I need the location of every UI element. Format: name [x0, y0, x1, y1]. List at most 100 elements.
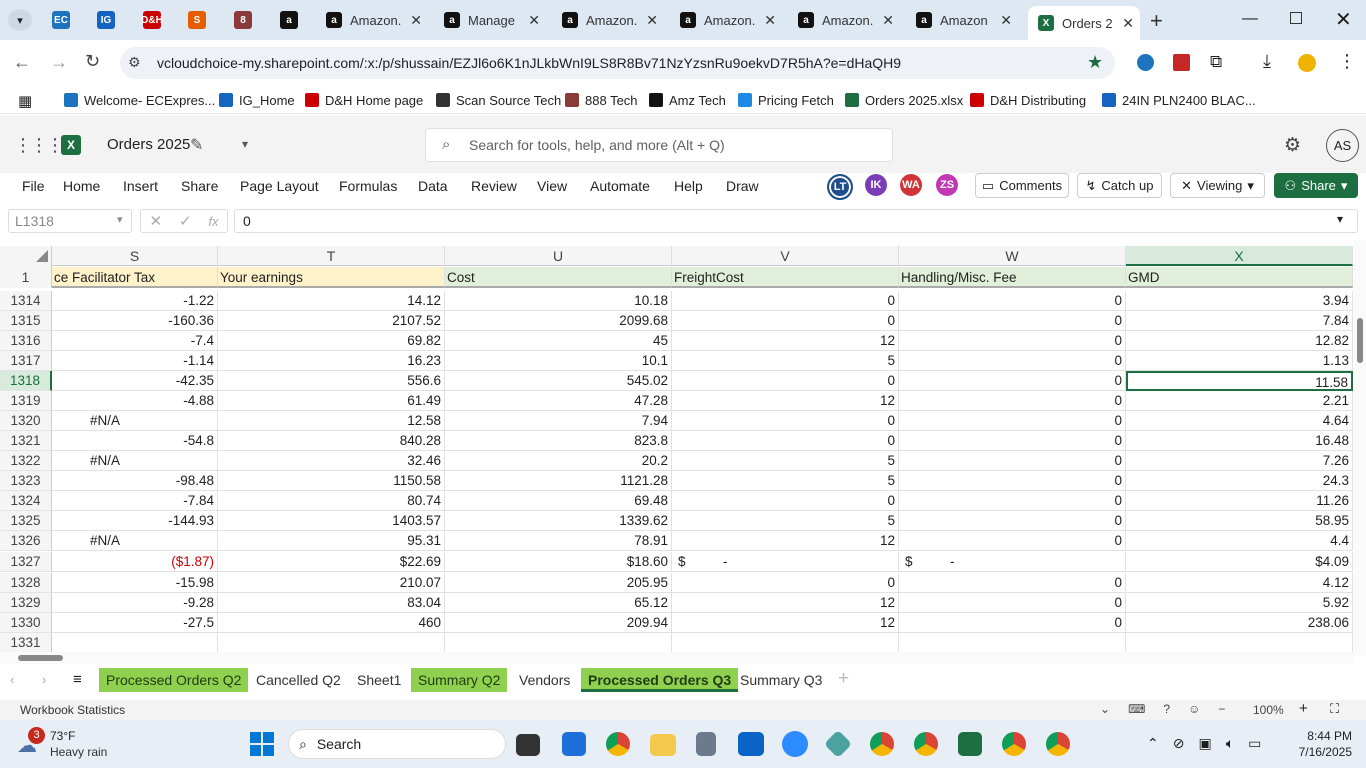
row-number[interactable]: 1316 — [0, 331, 52, 351]
menu-share[interactable]: Share — [181, 178, 218, 194]
taskbar-search[interactable]: ⌕ Search — [288, 729, 506, 759]
table-cell[interactable]: ($1.87) — [52, 552, 218, 572]
excel-taskbar-icon[interactable] — [958, 732, 982, 756]
table-cell[interactable]: 210.07 — [218, 573, 445, 593]
tab-search-button[interactable]: ▾ — [8, 9, 32, 31]
table-cell[interactable]: 12.82 — [1126, 331, 1353, 351]
table-cell[interactable]: 556.6 — [218, 371, 445, 391]
table-cell[interactable]: 0 — [899, 371, 1126, 391]
table-cell[interactable]: 7.26 — [1126, 451, 1353, 471]
table-cell[interactable]: 10.1 — [445, 351, 672, 371]
bookmark-item[interactable]: Welcome- ECExpres... — [64, 91, 215, 109]
keyboard-icon[interactable]: ⌨ — [1128, 702, 1145, 716]
table-cell[interactable] — [899, 633, 1126, 653]
table-cell[interactable]: 0 — [899, 351, 1126, 371]
row-number[interactable]: 1325 — [0, 511, 52, 531]
table-cell[interactable] — [1126, 633, 1353, 653]
table-cell[interactable]: #N/A — [52, 451, 218, 471]
site-info-icon[interactable]: ⚙ — [128, 54, 141, 71]
browser-tab[interactable]: a Amazon. ✕ — [788, 6, 900, 34]
table-cell[interactable]: 12.58 — [218, 411, 445, 431]
sheet-tab[interactable]: Vendors — [512, 668, 577, 692]
table-cell[interactable]: 0 — [672, 491, 899, 511]
clock-date[interactable]: 7/16/2025 — [1287, 745, 1352, 759]
table-cell[interactable]: 1.13 — [1126, 351, 1353, 371]
table-cell[interactable]: #N/A — [52, 531, 218, 551]
amazon-icon[interactable]: a — [280, 11, 298, 29]
header-cell[interactable]: GMD — [1126, 267, 1353, 288]
header-cell[interactable]: FreightCost — [672, 267, 899, 288]
header-cell[interactable]: ce Facilitator Tax — [52, 267, 218, 288]
table-cell[interactable]: 0 — [899, 411, 1126, 431]
table-cell[interactable]: -144.93 — [52, 511, 218, 531]
bookmark-item[interactable]: 24IN PLN2400 BLAC... — [1102, 91, 1256, 109]
bookmark-item[interactable]: 888 Tech — [565, 91, 638, 109]
row-number[interactable]: 1320 — [0, 411, 52, 431]
function-icon[interactable]: fx — [208, 214, 218, 229]
menu-page-layout[interactable]: Page Layout — [240, 178, 319, 194]
maximize-icon[interactable] — [1290, 12, 1302, 24]
close-tab-icon[interactable]: ✕ — [528, 12, 540, 29]
browser-tab[interactable]: a Amazon. ✕ — [670, 6, 782, 34]
table-cell[interactable]: 2.21 — [1126, 391, 1353, 411]
table-cell[interactable]: 460 — [218, 613, 445, 633]
dh-icon[interactable]: D&H — [141, 11, 163, 29]
table-cell[interactable]: 0 — [899, 311, 1126, 331]
table-cell[interactable]: -7.84 — [52, 491, 218, 511]
sheet-tab[interactable]: Sheet1 — [350, 668, 408, 692]
table-cell[interactable]: 0 — [899, 331, 1126, 351]
column-header-X[interactable]: X — [1126, 246, 1353, 266]
forward-icon[interactable]: → — [50, 52, 68, 73]
collaborator-avatar[interactable]: IK — [865, 174, 887, 196]
row-number[interactable]: 1315 — [0, 311, 52, 331]
table-cell[interactable]: -1.14 — [52, 351, 218, 371]
table-cell[interactable]: 1121.28 — [445, 471, 672, 491]
table-cell[interactable]: 3.94 — [1126, 291, 1353, 311]
table-cell[interactable]: 0 — [899, 613, 1126, 633]
header-cell[interactable]: Your earnings — [218, 267, 445, 288]
table-cell[interactable]: 5 — [672, 471, 899, 491]
feedback-icon[interactable]: ☺ — [1188, 702, 1200, 716]
table-cell[interactable]: 1339.62 — [445, 511, 672, 531]
row-number[interactable]: 1321 — [0, 431, 52, 451]
table-cell[interactable]: 0 — [899, 573, 1126, 593]
app-launcher-icon[interactable]: ⋮⋮⋮ — [14, 135, 64, 156]
menu-automate[interactable]: Automate — [590, 178, 650, 194]
row-number[interactable]: 1326 — [0, 531, 52, 551]
table-cell[interactable]: 0 — [672, 411, 899, 431]
table-cell[interactable]: $4.09 — [1126, 552, 1353, 572]
pin-icon[interactable]: ✎ — [190, 135, 203, 155]
display-icon[interactable]: ▣ — [1198, 735, 1211, 752]
table-cell[interactable]: 24.3 — [1126, 471, 1353, 491]
row-number[interactable]: 1329 — [0, 593, 52, 613]
table-cell[interactable]: 0 — [672, 311, 899, 331]
extension-icon-1[interactable] — [1137, 54, 1154, 71]
table-cell[interactable]: $22.69 — [218, 552, 445, 572]
workbook-statistics[interactable]: Workbook Statistics — [20, 703, 125, 717]
table-cell[interactable]: 78.91 — [445, 531, 672, 551]
table-cell[interactable]: 11.58 — [1126, 371, 1353, 391]
formula-input[interactable]: 0 — [234, 209, 1358, 233]
sheet-tab[interactable]: Processed Orders Q2 — [99, 668, 249, 692]
column-header-W[interactable]: W — [899, 246, 1126, 266]
table-cell[interactable]: 45 — [445, 331, 672, 351]
apps-grid-icon[interactable]: ▦ — [18, 92, 32, 110]
table-cell[interactable]: 0 — [672, 573, 899, 593]
table-cell[interactable]: 0 — [899, 471, 1126, 491]
zoom-in-icon[interactable]: + — [1299, 700, 1308, 717]
table-cell[interactable]: 12 — [672, 593, 899, 613]
bookmark-star-icon[interactable]: ★ — [1087, 52, 1103, 73]
reload-icon[interactable]: ↻ — [85, 51, 100, 72]
menu-file[interactable]: File — [22, 178, 45, 194]
table-cell[interactable]: -42.35 — [52, 371, 218, 391]
table-cell[interactable]: 0 — [672, 371, 899, 391]
close-tab-icon[interactable]: ✕ — [764, 12, 776, 29]
table-cell[interactable]: 5 — [672, 351, 899, 371]
table-cell[interactable]: 12 — [672, 391, 899, 411]
chrome-icon[interactable] — [606, 732, 630, 756]
settings-gear-icon[interactable]: ⚙ — [1284, 134, 1301, 157]
menu-review[interactable]: Review — [471, 178, 517, 194]
table-cell[interactable]: -4.88 — [52, 391, 218, 411]
download-icon[interactable]: ⤓ — [1263, 51, 1271, 72]
chrome-profile-icon-2[interactable] — [914, 732, 938, 756]
